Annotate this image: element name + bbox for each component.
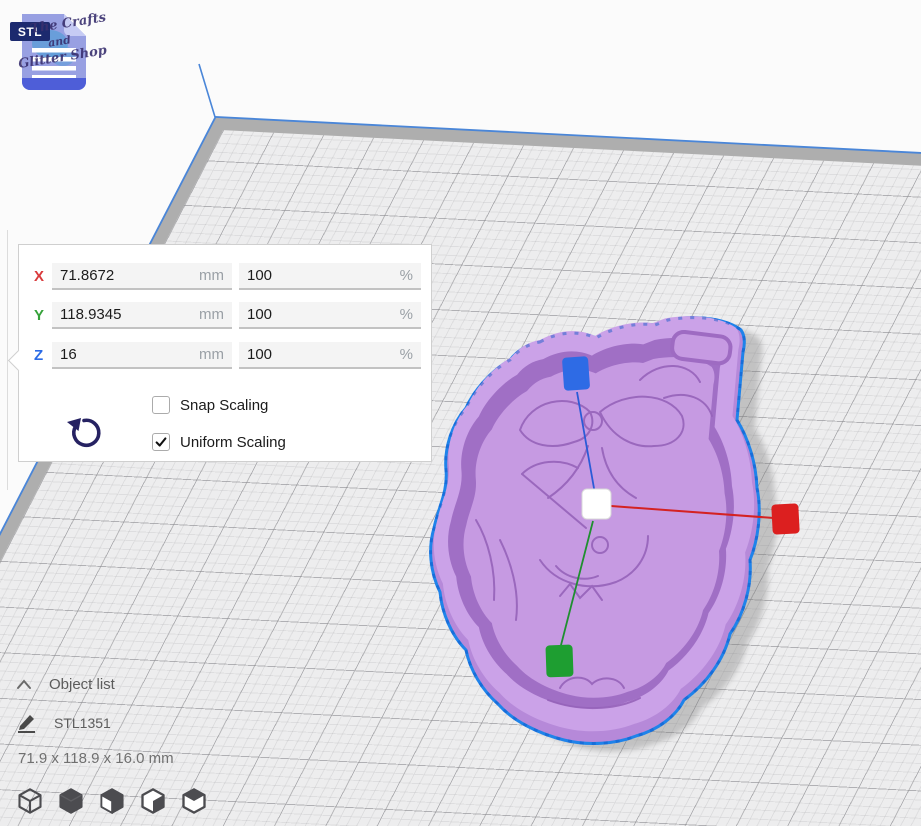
object-dimensions: 71.9 x 118.9 x 16.0 mm (18, 750, 174, 767)
cura-viewport: STL The Crafts and Glitter Shop X 71.867… (0, 0, 921, 826)
object-list-item[interactable]: STL1351 (16, 712, 111, 733)
center-scale-handle[interactable] (582, 489, 611, 519)
build-volume-corner-edge (199, 64, 215, 117)
y-axis-label: Y (34, 307, 52, 324)
scale-z-mm-unit: mm (199, 346, 224, 363)
scale-y-percent-value: 100 (247, 306, 272, 323)
left-side-view-icon[interactable] (139, 787, 167, 815)
scale-y-percent-input[interactable]: 100 % (239, 302, 421, 329)
object-name: STL1351 (54, 715, 111, 731)
scale-z-percent-value: 100 (247, 346, 272, 363)
scale-x-mm-input[interactable]: 71.8672 mm (52, 263, 232, 290)
x-scale-handle[interactable] (771, 503, 800, 534)
front-view-icon[interactable] (57, 787, 85, 815)
uniform-scaling-checkbox[interactable] (152, 433, 170, 451)
scale-x-percent-unit: % (400, 267, 413, 284)
hang-tab-slot (671, 331, 732, 365)
3d-view-icon[interactable] (16, 787, 44, 815)
scale-y-mm-input[interactable]: 118.9345 mm (52, 302, 232, 329)
object-list-title: Object list (49, 676, 115, 693)
pencil-icon (16, 712, 39, 733)
reset-scale-button[interactable] (63, 411, 103, 455)
scale-z-mm-input[interactable]: 16 mm (52, 342, 232, 369)
scale-z-percent-unit: % (400, 346, 413, 363)
object-list-header[interactable]: Object list (16, 676, 115, 693)
checkmark-icon (154, 435, 168, 449)
scale-z-percent-input[interactable]: 100 % (239, 342, 421, 369)
stl-watermark: STL The Crafts and Glitter Shop (8, 4, 104, 100)
scale-y-percent-unit: % (400, 306, 413, 323)
chevron-up-icon (16, 679, 32, 690)
scale-x-mm-unit: mm (199, 267, 224, 284)
snap-scaling-label: Snap Scaling (180, 397, 268, 414)
scale-z-mm-value: 16 (60, 346, 77, 363)
y-scale-handle[interactable] (545, 645, 573, 678)
z-scale-handle[interactable] (562, 356, 590, 391)
scale-x-percent-value: 100 (247, 267, 272, 284)
scale-y-mm-value: 118.9345 (60, 306, 121, 323)
z-axis-label: Z (34, 347, 52, 364)
right-side-view-icon[interactable] (180, 787, 208, 815)
x-axis-label: X (34, 268, 52, 285)
scale-x-mm-value: 71.8672 (60, 267, 114, 284)
snap-scaling-checkbox[interactable] (152, 396, 170, 414)
reset-icon (63, 411, 103, 455)
scale-x-percent-input[interactable]: 100 % (239, 263, 421, 290)
view-toolbar (16, 787, 208, 815)
scale-tool-panel: X 71.8672 mm 100 % Y 118.9345 mm 100 % Z (18, 244, 432, 462)
uniform-scaling-label: Uniform Scaling (180, 434, 286, 451)
scale-y-mm-unit: mm (199, 306, 224, 323)
top-view-icon[interactable] (98, 787, 126, 815)
